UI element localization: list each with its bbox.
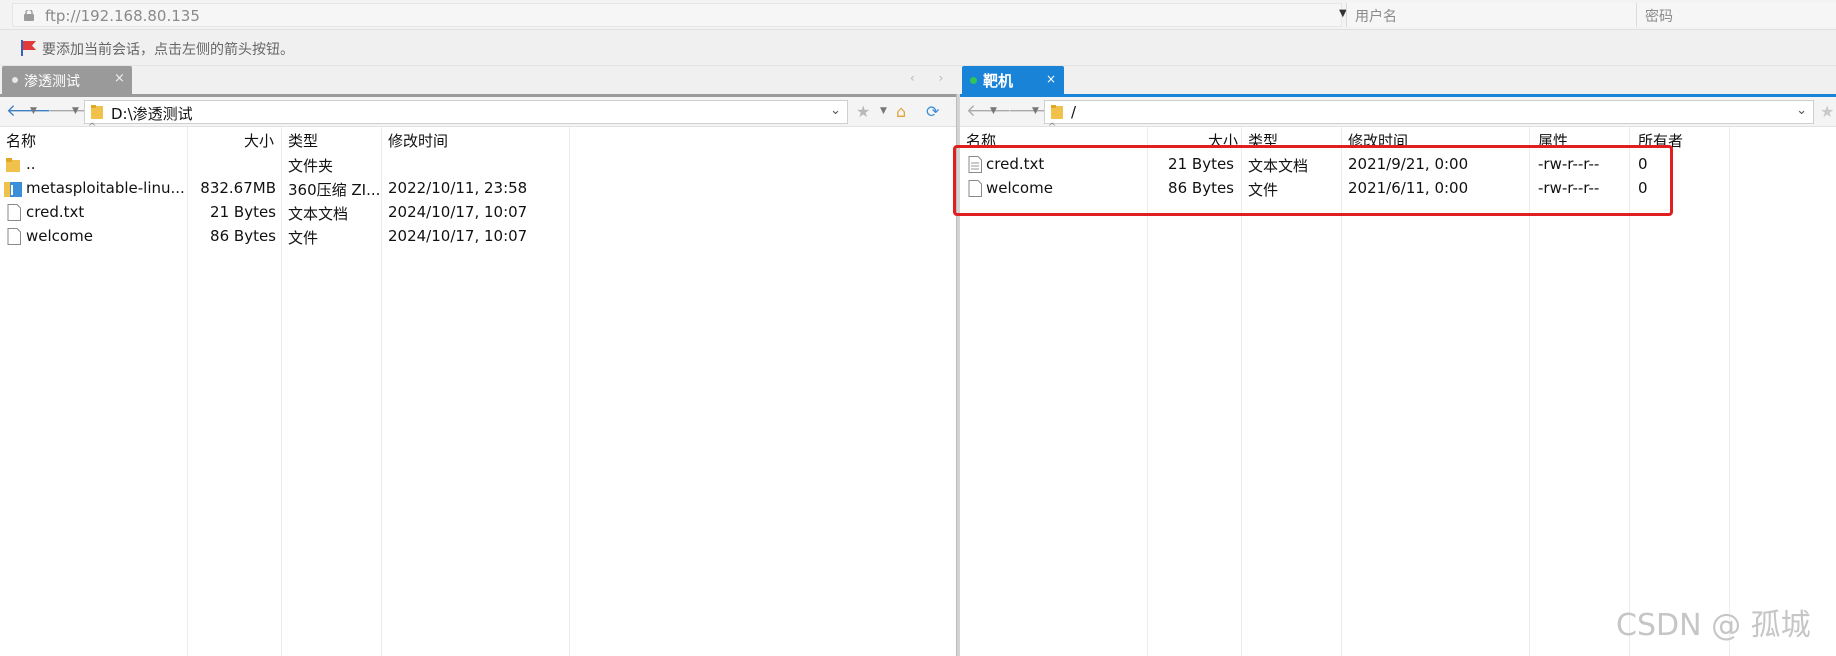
bookmark-star-icon[interactable]: ★ [856,102,870,121]
watermark: CSDN @ 孤城 [1616,608,1811,643]
file-modified: 2024/10/17, 10:07 [388,227,528,245]
file-modified: 2022/10/11, 23:58 [388,179,528,197]
tab-remote-label: 靶机 [983,72,1014,90]
username-placeholder: 用户名 [1355,9,1397,25]
tab-close-icon[interactable]: × [114,71,125,86]
tab-local-label: 渗透测试 [24,74,80,90]
remote-path-input[interactable]: / ⌄ [1044,100,1814,124]
tab-status-dot [12,77,18,83]
remote-toolbar: 🡐 ▼ 🡒 ▼ / ⌄ ★ [960,97,1836,127]
path-dropdown-icon[interactable]: ⌄ [830,103,841,118]
file-name: welcome [26,227,93,245]
zip-archive-icon [4,182,22,197]
file-type: 文件 [288,229,319,247]
local-file-pane: 🡐 ▼ 🡒 ▼ D:\渗透测试 ⌄ ★ ▼ ⌂ ⟳ ^ 名称 大小 类型 修改时… [0,97,956,656]
username-input[interactable]: 用户名 [1346,3,1636,27]
back-arrow-icon[interactable]: 🡐 [966,101,1012,121]
bookmark-star-icon[interactable]: ★ [1820,102,1834,121]
folder-icon [1051,105,1063,119]
file-size: 21 Bytes [210,203,276,221]
back-arrow-icon[interactable]: 🡐 [6,101,52,121]
lock-icon [24,10,34,21]
forward-history-icon[interactable]: ▼ [1032,106,1039,116]
tab-scroll-arrows[interactable]: ‹ › [910,71,953,85]
file-size: 86 Bytes [210,227,276,245]
highlight-box [953,145,1673,216]
file-type: 文本文档 [288,205,349,223]
file-row[interactable]: metasploitable-linu... 832.67MB 360压缩 ZI… [0,177,956,201]
file-icon [7,204,21,221]
connection-bar: ftp://192.168.80.135 ▼ 用户名 密码 [0,0,1836,30]
file-type: 360压缩 ZI... [288,181,381,199]
back-history-icon[interactable]: ▼ [30,106,37,116]
connected-status-icon [970,77,977,84]
file-modified: 2024/10/17, 10:07 [388,203,528,221]
back-history-icon[interactable]: ▼ [990,106,997,116]
bookmark-dropdown-icon[interactable]: ▼ [880,106,887,116]
forward-history-icon[interactable]: ▼ [72,106,79,116]
local-path-text: D:\渗透测试 [111,105,193,123]
file-type: 文件夹 [288,157,334,175]
path-dropdown-icon[interactable]: ⌄ [1796,103,1807,118]
folder-up-icon [6,158,20,172]
url-text: ftp://192.168.80.135 [45,7,200,25]
file-icon [7,228,21,245]
file-row[interactable]: cred.txt 21 Bytes 文本文档 2024/10/17, 10:07 [0,201,956,225]
file-row[interactable]: welcome 86 Bytes 文件 2024/10/17, 10:07 [0,225,956,249]
file-name: cred.txt [26,203,85,221]
url-input[interactable]: ftp://192.168.80.135 ▼ [12,3,1347,27]
local-toolbar: 🡐 ▼ 🡒 ▼ D:\渗透测试 ⌄ ★ ▼ ⌂ ⟳ [0,97,956,127]
tab-close-icon[interactable]: × [1046,72,1056,86]
file-name: .. [26,155,36,173]
info-message: 要添加当前会话，点击左侧的箭头按钮。 [42,42,294,58]
add-session-flag-icon[interactable] [20,40,38,56]
local-path-input[interactable]: D:\渗透测试 ⌄ [84,100,848,124]
home-folder-icon[interactable]: ⌂ [896,102,906,121]
file-row[interactable]: .. 文件夹 [0,153,956,177]
file-name: metasploitable-linu... [26,179,185,197]
tab-strip: 渗透测试 × ‹ › 靶机 × [0,66,1836,94]
file-size: 832.67MB [200,179,276,197]
password-input[interactable]: 密码 [1636,3,1836,27]
refresh-icon[interactable]: ⟳ [926,102,939,121]
remote-path-text: / [1071,103,1077,121]
tab-local-session[interactable]: 渗透测试 × [2,66,132,94]
password-placeholder: 密码 [1645,9,1673,25]
folder-icon [91,105,103,119]
tab-remote-session[interactable]: 靶机 × [962,66,1064,94]
info-bar: 要添加当前会话，点击左侧的箭头按钮。 [0,30,1836,66]
